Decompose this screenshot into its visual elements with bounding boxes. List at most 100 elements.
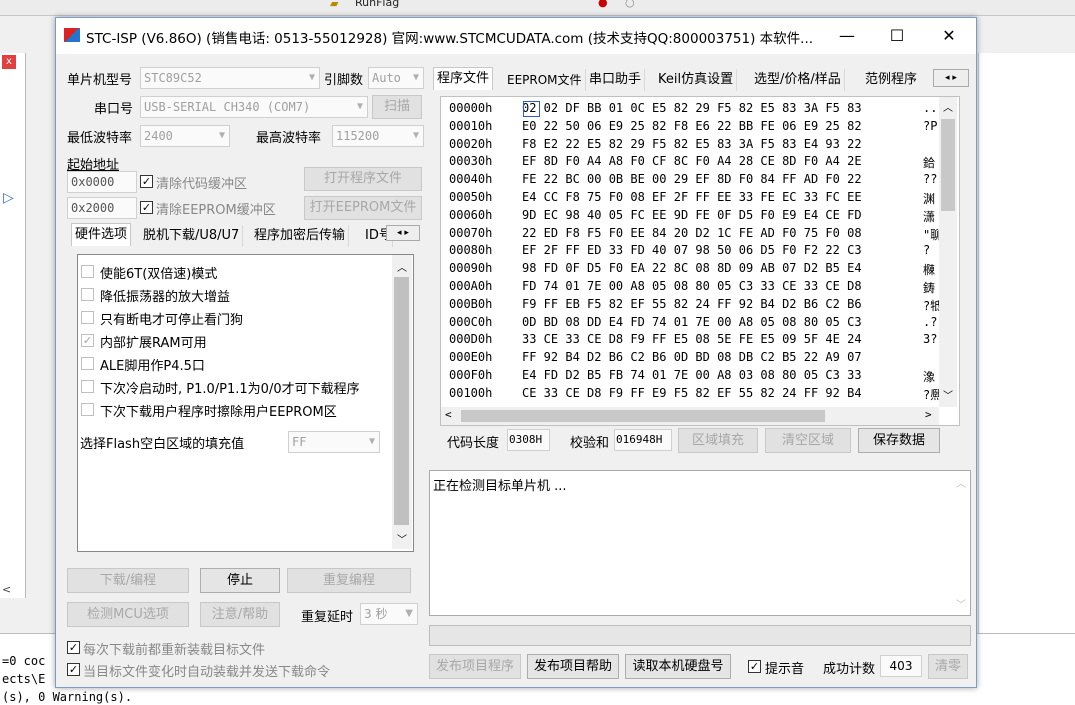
scan-button[interactable]: 扫描 <box>372 95 422 119</box>
option-checkbox[interactable] <box>81 403 94 416</box>
record-icon[interactable]: ○ <box>625 0 635 9</box>
clear-code-checkbox[interactable]: ✓ <box>140 175 153 188</box>
hex-addr: 00040h <box>449 172 493 187</box>
hex-ascii: .? <box>923 314 938 329</box>
stc-isp-window: STC-ISP (V6.86O) (销售电话: 0513-55012928) 官… <box>55 17 977 688</box>
hex-addr: 00090h <box>449 261 493 276</box>
tab-encrypted-transfer[interactable]: 程序加密后传输 <box>251 225 350 247</box>
tab-examples[interactable]: 范例程序 <box>862 69 920 91</box>
hex-addr: 00010h <box>449 118 493 133</box>
min-baud-select[interactable]: 2400 ▼ <box>140 125 230 147</box>
scroll-left-icon[interactable]: < <box>445 408 452 421</box>
window-title: STC-ISP (V6.86O) (销售电话: 0513-55012928) 官… <box>86 31 814 47</box>
scroll-up-icon[interactable]: ︿ <box>939 99 957 114</box>
hex-vscrollbar[interactable]: ︿ ﹀ <box>939 97 957 407</box>
hex-hscroll-thumb[interactable] <box>461 410 825 422</box>
chevron-down-icon: ▼ <box>368 436 375 447</box>
fill-value-select[interactable]: FF ▼ <box>288 431 380 453</box>
hex-hscrollbar[interactable]: < > <box>441 407 939 425</box>
serial-port-select[interactable]: USB-SERIAL CH340 (COM7) ▼ <box>140 96 368 118</box>
options-scrollbar[interactable]: ︿ ﹀ <box>392 255 412 549</box>
code-address-input[interactable]: 0x0000 <box>67 171 137 193</box>
close-icon[interactable]: x <box>2 55 16 69</box>
open-program-button[interactable]: 打开程序文件 <box>304 167 422 191</box>
repeat-program-button[interactable]: 重复编程 <box>287 568 411 593</box>
detect-mcu-button[interactable]: 检测MCU选项 <box>67 602 189 627</box>
save-data-button[interactable]: 保存数据 <box>858 428 940 453</box>
tab-hardware-options[interactable]: 硬件选项 <box>71 223 132 246</box>
option-label: 下次下载用户程序时擦除用户EEPROM区 <box>100 405 337 420</box>
scroll-thumb[interactable] <box>394 277 409 525</box>
right-tab-scroll-arrows[interactable]: ◂ ▸ <box>933 69 969 87</box>
scroll-up-icon[interactable]: ︿ <box>392 259 412 274</box>
hex-addr: 000E0h <box>449 350 493 365</box>
tab-serial-assistant[interactable]: 串口助手 <box>586 69 646 91</box>
tab-offline-download[interactable]: 脱机下载/U8/U7 <box>140 225 244 247</box>
scroll-right-icon[interactable]: > <box>925 408 932 421</box>
code-length-value: 0308H <box>507 429 550 451</box>
chevron-down-icon: ▼ <box>412 130 419 141</box>
mcu-type-label: 单片机型号 <box>67 73 133 88</box>
option-checkbox[interactable] <box>81 311 94 324</box>
download-program-button[interactable]: 下载/编程 <box>67 568 189 593</box>
checksum-value: 016948H <box>614 429 672 451</box>
publish-project-button[interactable]: 发布项目程序 <box>429 654 521 679</box>
clear-count-button[interactable]: 清零 <box>928 654 968 679</box>
hex-bytes: FF 92 B4 D2 B6 C2 B6 0D BD 08 DB C2 B5 2… <box>522 350 862 365</box>
clear-region-button[interactable]: 清空区域 <box>765 428 851 453</box>
sound-checkbox[interactable]: ✓ <box>748 660 761 673</box>
scroll-down-icon[interactable]: ﹀ <box>956 596 966 611</box>
max-baud-select[interactable]: 115200 ▼ <box>332 125 424 147</box>
pin-count-select[interactable]: Auto ▼ <box>368 67 424 89</box>
option-checkbox[interactable]: ✓ <box>81 334 94 347</box>
tab-eeprom-file[interactable]: EEPROM文件 <box>504 69 586 91</box>
hex-ascii: 潇 <box>923 209 936 224</box>
sound-label: 提示音 <box>765 662 805 677</box>
tab-program-file[interactable]: 程序文件 <box>433 67 494 90</box>
hex-bytes: E4 FD D2 B5 FB 74 01 7E 00 A8 03 08 80 0… <box>522 368 862 382</box>
mcu-type-select[interactable]: STC89C52 ▼ <box>140 67 320 89</box>
hex-bytes: F9 FF EB F5 82 EF 55 82 24 FF 92 B4 D2 B… <box>522 296 862 311</box>
chevron-down-icon: ▼ <box>405 608 413 619</box>
scroll-up-icon[interactable]: ︿ <box>956 475 966 490</box>
min-baud-label: 最低波特率 <box>67 131 133 146</box>
read-disk-id-button[interactable]: 读取本机硬盘号 <box>625 654 731 679</box>
folder-icon[interactable]: ▰ <box>330 0 338 10</box>
output-line: (s), 0 Warning(s). <box>2 690 133 704</box>
checksum-label: 校验和 <box>570 436 610 451</box>
auto-load-checkbox[interactable]: ✓ <box>67 663 80 676</box>
tab-scroll-arrows[interactable]: ◂ ▸ <box>386 225 420 241</box>
debug-icon[interactable]: ● <box>598 0 608 9</box>
ide-toolbar: RunFlag ▰ ● ○ <box>0 0 1075 16</box>
scroll-left-icon[interactable]: < <box>2 583 11 596</box>
option-checkbox[interactable] <box>81 380 94 393</box>
option-checkbox[interactable] <box>81 357 94 370</box>
clear-eeprom-checkbox[interactable]: ✓ <box>140 201 153 214</box>
scroll-down-icon[interactable]: ﹀ <box>939 387 957 402</box>
repeat-delay-select[interactable]: 3 秒 ▼ <box>360 603 418 625</box>
eeprom-address-input[interactable]: 0x2000 <box>67 197 137 219</box>
ide-toolbar-runflag[interactable]: RunFlag <box>355 0 399 9</box>
hex-addr: 00060h <box>449 207 493 222</box>
fill-region-button[interactable]: 区域填充 <box>678 428 758 453</box>
open-eeprom-button[interactable]: 打开EEPROM文件 <box>304 196 422 220</box>
maximize-button[interactable]: ☐ <box>874 18 920 54</box>
hex-addr: 000A0h <box>449 279 493 293</box>
option-checkbox[interactable] <box>81 265 94 278</box>
stop-button[interactable]: 停止 <box>200 568 280 593</box>
close-button[interactable]: ✕ <box>926 18 972 54</box>
option-checkbox[interactable] <box>81 288 94 301</box>
scroll-down-icon[interactable]: ﹀ <box>392 531 412 546</box>
auto-load-label: 当目标文件变化时自动装载并发送下载命令 <box>83 665 331 680</box>
hex-viewer[interactable]: 00000h 02 02 DF BB 01 0C E5 82 29 F5 82 E… <box>440 96 960 426</box>
reload-before-download-checkbox[interactable]: ✓ <box>67 641 80 654</box>
status-text: 正在检测目标单片机 ... <box>433 479 567 494</box>
tab-keil-settings[interactable]: Keil仿真设置 <box>655 69 738 91</box>
publish-help-button[interactable]: 发布项目帮助 <box>527 654 619 679</box>
minimize-button[interactable]: — <box>824 18 870 54</box>
hex-vscroll-thumb[interactable] <box>941 119 955 211</box>
tab-selection-price[interactable]: 选型/价格/样品 <box>751 69 845 91</box>
max-baud-label: 最高波特率 <box>256 131 322 146</box>
help-button[interactable]: 注意/帮助 <box>200 602 280 627</box>
play-marker-icon: ▷ <box>3 190 14 206</box>
